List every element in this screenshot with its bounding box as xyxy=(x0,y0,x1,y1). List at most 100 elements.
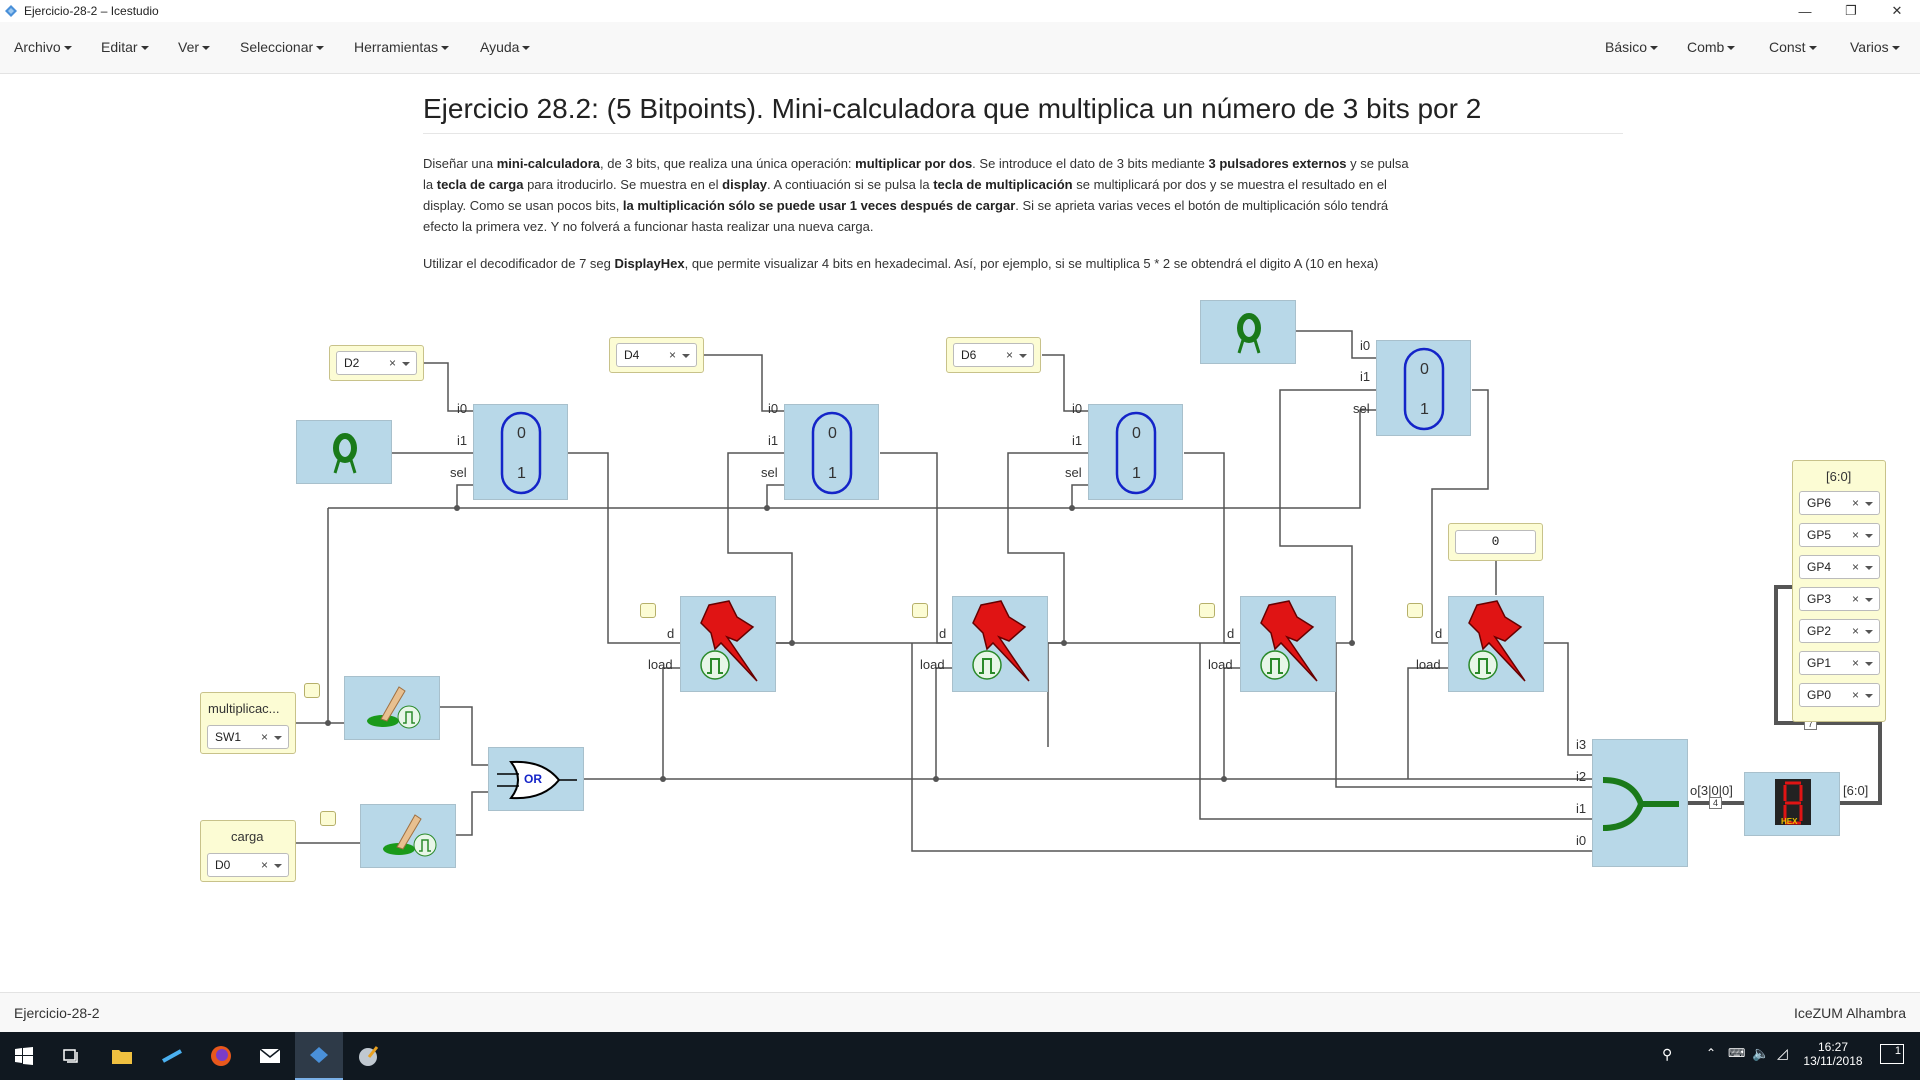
mux-icon xyxy=(811,411,853,495)
wire xyxy=(456,791,488,836)
wire xyxy=(1071,484,1088,508)
input-carga[interactable]: carga D0 × xyxy=(200,820,296,882)
keyboard-icon[interactable]: ⌨ xyxy=(1728,1046,1745,1060)
pin-select-gp1[interactable]: GP1 × xyxy=(1799,651,1880,675)
menu-comb[interactable]: Comb xyxy=(1687,39,1736,55)
pin-select-d6[interactable]: D6 × xyxy=(953,343,1034,367)
menu-seleccionar[interactable]: Seleccionar xyxy=(240,39,325,55)
pushpin-icon xyxy=(1260,600,1318,682)
wire-junction xyxy=(933,776,939,782)
pin-select-sw1[interactable]: SW1 × xyxy=(207,725,289,749)
clock-port[interactable] xyxy=(304,683,320,698)
clock-port[interactable] xyxy=(912,603,928,618)
board-name[interactable]: IceZUM Alhambra xyxy=(1794,1005,1906,1021)
firefox-icon[interactable] xyxy=(197,1032,245,1080)
wire-junction xyxy=(764,505,770,511)
register[interactable] xyxy=(952,596,1048,692)
wire xyxy=(766,484,784,508)
people-icon[interactable]: ⚲ xyxy=(1662,1046,1672,1063)
or-gate[interactable]: OR xyxy=(488,747,584,811)
output-block[interactable]: [6:0] GP6 × GP5 × GP4 × GP3 × GP2 × GP1 × GP0 × xyxy=(1792,460,1886,722)
menu-ayuda[interactable]: Ayuda xyxy=(480,39,531,55)
pin-select-gp6[interactable]: GP6 × xyxy=(1799,491,1880,515)
pin-select-d4[interactable]: D4 × xyxy=(616,343,697,367)
mux-icon xyxy=(1115,411,1157,495)
volume-icon[interactable]: 🔈 xyxy=(1752,1045,1769,1062)
pulse-block[interactable] xyxy=(360,804,456,868)
mux-2-1[interactable]: 01 xyxy=(473,404,568,500)
wire-junction xyxy=(325,720,331,726)
menu-basico[interactable]: Básico xyxy=(1605,39,1659,55)
minimize-button[interactable]: — xyxy=(1782,0,1828,22)
wire xyxy=(1223,667,1240,779)
output-name: [6:0] xyxy=(1826,469,1852,484)
switch-pulse-icon xyxy=(367,686,421,729)
network-icon[interactable]: ◿ xyxy=(1777,1045,1788,1062)
pin-select-gp4[interactable]: GP4 × xyxy=(1799,555,1880,579)
windows-start-icon[interactable] xyxy=(0,1032,48,1080)
menu-editar[interactable]: Editar xyxy=(101,39,149,55)
clock-port[interactable] xyxy=(320,811,336,826)
pin-select-gp3[interactable]: GP3 × xyxy=(1799,587,1880,611)
bus-joiner[interactable] xyxy=(1592,739,1688,867)
register[interactable] xyxy=(680,596,776,692)
constant-value-field[interactable]: 0 xyxy=(1455,530,1536,554)
wire-junction xyxy=(1061,640,1067,646)
task-view-icon[interactable] xyxy=(48,1032,96,1080)
menu-varios[interactable]: Varios xyxy=(1850,39,1900,55)
wire xyxy=(1407,667,1448,779)
bit-one-block[interactable] xyxy=(1200,300,1296,364)
bit-one-icon xyxy=(1237,313,1261,354)
wire-junction xyxy=(789,640,795,646)
notifications-icon[interactable]: 1 xyxy=(1880,1044,1904,1064)
mux-2-1[interactable]: 01 xyxy=(1088,404,1183,500)
chevron-up-icon[interactable]: ⌃ xyxy=(1706,1046,1716,1060)
input-multiplicacion[interactable]: multiplicac... SW1 × xyxy=(200,692,296,754)
pin-select-gp5[interactable]: GP5 × xyxy=(1799,523,1880,547)
wire xyxy=(456,484,474,508)
menu-ver[interactable]: Ver xyxy=(178,39,211,55)
input-d2[interactable]: D2 × xyxy=(329,345,424,381)
window-titlebar: Ejercicio-28-2 – Icestudio — ❐ ✕ xyxy=(0,0,1920,22)
project-name: Ejercicio-28-2 xyxy=(14,1005,100,1021)
mux-2-1[interactable]: 01 xyxy=(784,404,879,500)
maximize-button[interactable]: ❐ xyxy=(1828,0,1874,22)
constant-block[interactable]: 0 xyxy=(1448,523,1543,561)
menu-const[interactable]: Const xyxy=(1769,39,1817,55)
design-canvas[interactable]: Ejercicio 28.2: (5 Bitpoints). Mini-calc… xyxy=(0,75,1920,992)
pulse-block[interactable] xyxy=(344,676,440,740)
window-title: Ejercicio-28-2 – Icestudio xyxy=(24,4,159,18)
wire xyxy=(935,667,952,779)
hex-display[interactable]: HEX xyxy=(1744,772,1840,836)
mail-icon[interactable] xyxy=(246,1032,294,1080)
menu-archivo[interactable]: Archivo xyxy=(14,39,72,55)
pin-select-d2[interactable]: D2 × xyxy=(336,351,417,375)
seven-segment-icon xyxy=(1775,779,1811,825)
icestudio-taskbar-icon[interactable] xyxy=(295,1032,343,1080)
windows-taskbar: ⚲ ⌃ ⌨ 🔈 ◿ 16:27 13/11/2018 1 xyxy=(0,1032,1920,1080)
joiner-icon xyxy=(1602,777,1679,831)
menu-herramientas[interactable]: Herramientas xyxy=(354,39,450,55)
mux-icon xyxy=(1403,347,1445,431)
wire-junction xyxy=(660,776,666,782)
share-app-icon[interactable] xyxy=(148,1032,196,1080)
clock-port[interactable] xyxy=(1407,603,1423,618)
register[interactable] xyxy=(1448,596,1544,692)
wire-junction xyxy=(1349,640,1355,646)
pin-select-d0[interactable]: D0 × xyxy=(207,853,289,877)
pin-select-gp0[interactable]: GP0 × xyxy=(1799,683,1880,707)
file-explorer-icon[interactable] xyxy=(98,1032,146,1080)
wire-junction xyxy=(454,505,460,511)
input-d4[interactable]: D4 × xyxy=(609,337,704,373)
input-d6[interactable]: D6 × xyxy=(946,337,1041,373)
statusbar: Ejercicio-28-2 IceZUM Alhambra xyxy=(0,992,1920,1032)
paint-app-icon[interactable] xyxy=(344,1032,392,1080)
clock-port[interactable] xyxy=(640,603,656,618)
clock[interactable]: 16:27 13/11/2018 xyxy=(1803,1040,1863,1068)
mux-2-1[interactable]: 01 xyxy=(1376,340,1471,436)
bit-one-block[interactable] xyxy=(296,420,392,484)
clock-port[interactable] xyxy=(1199,603,1215,618)
pin-select-gp2[interactable]: GP2 × xyxy=(1799,619,1880,643)
close-button[interactable]: ✕ xyxy=(1874,0,1920,22)
register[interactable] xyxy=(1240,596,1336,692)
